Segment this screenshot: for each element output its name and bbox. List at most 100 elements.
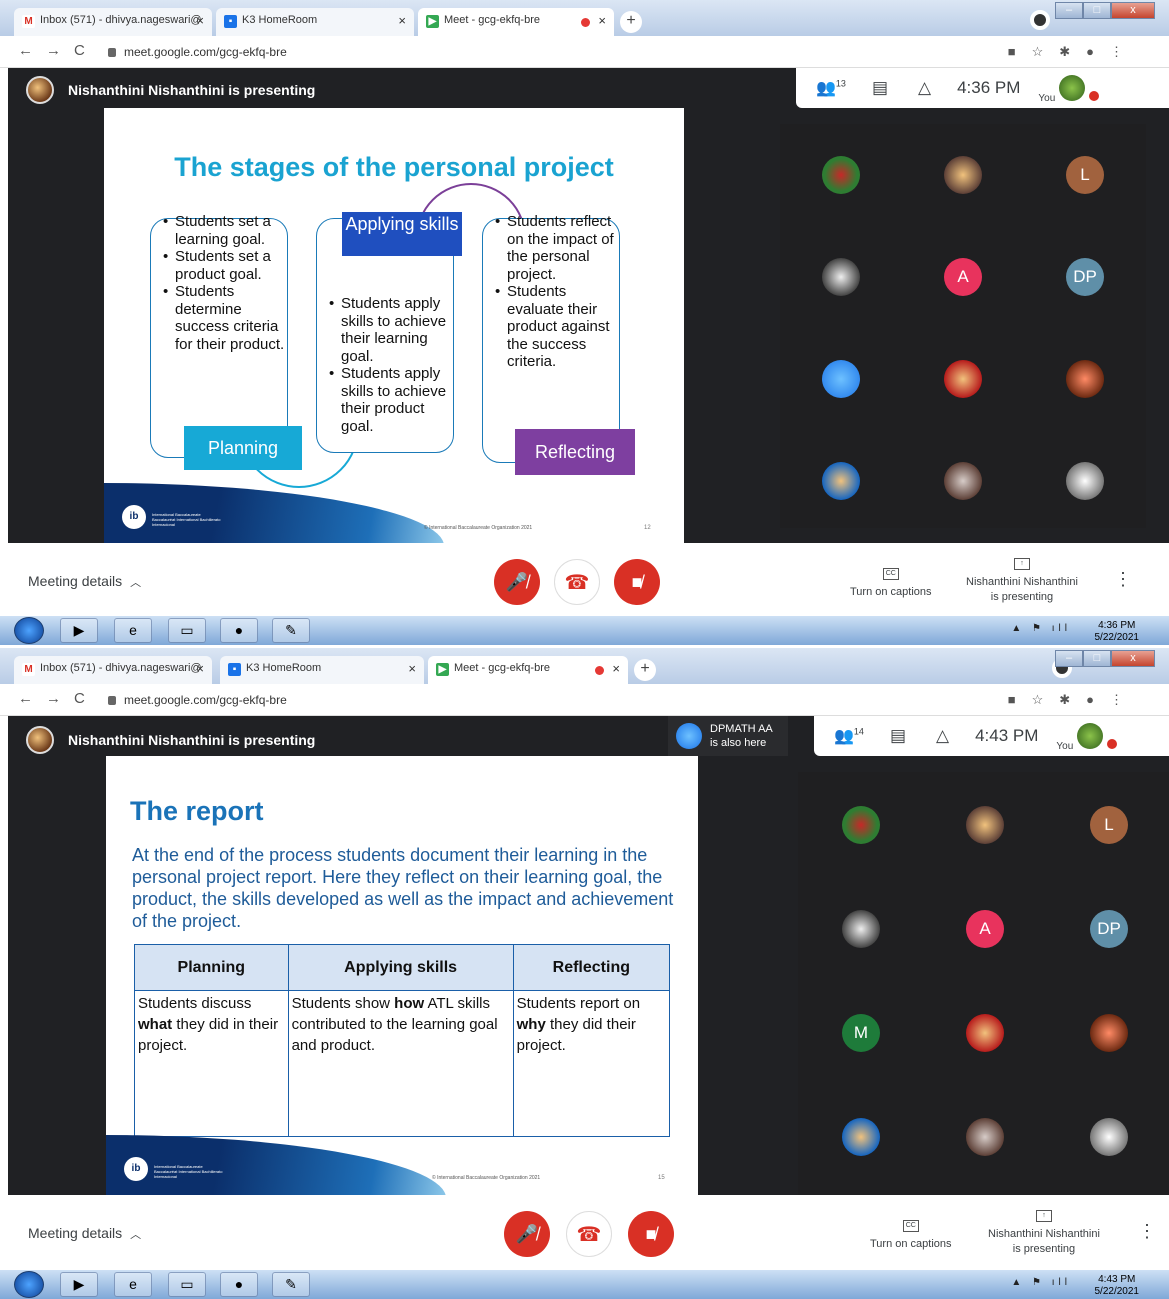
clock-time: 4:36 PM	[1098, 620, 1136, 631]
participant-tile[interactable]	[1066, 360, 1104, 398]
media-player-icon[interactable]: ▶	[60, 1272, 98, 1297]
participant-tile[interactable]: DP	[1066, 258, 1104, 296]
close-icon[interactable]: ×	[408, 661, 416, 676]
taskbar-clock[interactable]: 4:43 PM 5/22/2021	[1095, 1274, 1140, 1298]
camera-toggle-button[interactable]: ■̸	[614, 559, 660, 605]
participant-tile[interactable]	[944, 360, 982, 398]
participant-tile[interactable]: L	[1066, 156, 1104, 194]
maximize-button[interactable]: □	[1083, 650, 1111, 667]
tab-gmail[interactable]: M Inbox (571) - dhivya.nageswari@ ×	[14, 656, 212, 684]
close-icon[interactable]: ×	[196, 661, 204, 676]
cell-text: Students show	[291, 995, 395, 1012]
camera-toggle-button[interactable]: ■̸	[628, 1211, 674, 1257]
participant-tile[interactable]: DP	[1090, 910, 1128, 948]
participant-tile[interactable]	[842, 806, 880, 844]
minimize-button[interactable]: –	[1055, 2, 1083, 19]
participant-tile[interactable]: A	[966, 910, 1004, 948]
participant-tile[interactable]	[944, 462, 982, 500]
participant-tile[interactable]	[1066, 462, 1104, 500]
extension-icons[interactable]: ■☆✱●⋮	[1008, 692, 1139, 708]
maximize-button[interactable]: □	[1083, 2, 1111, 19]
captions-button[interactable]: CC Turn on captions	[850, 565, 932, 600]
presenter-avatar	[26, 76, 54, 104]
participant-tile[interactable]	[966, 1014, 1004, 1052]
paint-icon[interactable]: ✎	[272, 618, 310, 643]
participant-tile[interactable]	[822, 462, 860, 500]
activities-icon[interactable]: △	[918, 78, 931, 98]
chat-icon[interactable]: ▤	[872, 78, 888, 98]
extension-icons[interactable]: ■☆✱●⋮	[1008, 44, 1139, 60]
self-avatar[interactable]	[1059, 75, 1086, 101]
forward-icon[interactable]: →	[46, 42, 61, 59]
taskbar-clock[interactable]: 4:36 PM 5/22/2021	[1095, 620, 1140, 644]
participant-tile[interactable]: L	[1090, 806, 1128, 844]
ie-icon[interactable]: e	[114, 618, 152, 643]
activities-icon[interactable]: △	[936, 726, 949, 746]
tab-gmail[interactable]: M Inbox (571) - dhivya.nageswari@ ×	[14, 8, 212, 36]
url-field[interactable]: meet.google.com/gcg-ekfq-bre	[108, 693, 287, 707]
meeting-details-button[interactable]: Meeting details ︿	[28, 1225, 141, 1242]
back-icon[interactable]: ←	[18, 42, 33, 59]
participant-tile[interactable]	[822, 360, 860, 398]
more-options-icon[interactable]: ⋮	[1138, 1221, 1156, 1242]
close-icon[interactable]: ×	[398, 13, 406, 28]
column-header: Planning	[134, 944, 289, 991]
close-icon[interactable]: ×	[612, 661, 620, 676]
media-player-icon[interactable]: ▶	[60, 618, 98, 643]
presentation-button[interactable]: ↑ Nishanthini Nishanthini is presenting	[988, 1207, 1100, 1257]
tab-homeroom[interactable]: ▪ K3 HomeRoom ×	[216, 8, 414, 36]
meeting-details-button[interactable]: Meeting details ︿	[28, 573, 141, 590]
participant-tile[interactable]	[822, 258, 860, 296]
participant-tile[interactable]	[842, 1118, 880, 1156]
captions-button[interactable]: CC Turn on captions	[870, 1217, 952, 1252]
start-button[interactable]	[14, 617, 44, 644]
explorer-icon[interactable]: ▭	[168, 618, 206, 643]
tab-meet[interactable]: ▶ Meet - gcg-ekfq-bre ×	[418, 8, 614, 36]
new-tab-button[interactable]: +	[620, 11, 642, 33]
participant-tile[interactable]	[966, 806, 1004, 844]
tab-meet[interactable]: ▶ Meet - gcg-ekfq-bre ×	[428, 656, 628, 684]
people-icon[interactable]: 👥13	[816, 78, 846, 98]
system-tray[interactable]: ▲ ⚑ ıll	[1011, 623, 1071, 634]
profile-icon[interactable]	[1030, 10, 1050, 30]
windows-taskbar: ▶ e ▭ ● ✎ ▲ ⚑ ıll 4:36 PM 5/22/2021	[0, 616, 1169, 645]
mic-toggle-button[interactable]: 🎤̸	[494, 559, 540, 605]
participant-tile[interactable]	[1090, 1118, 1128, 1156]
forward-icon[interactable]: →	[46, 690, 61, 707]
chat-icon[interactable]: ▤	[890, 726, 906, 746]
url-field[interactable]: meet.google.com/gcg-ekfq-bre	[108, 45, 287, 59]
back-icon[interactable]: ←	[18, 690, 33, 707]
self-avatar[interactable]	[1077, 723, 1104, 749]
reload-icon[interactable]: C	[74, 42, 85, 59]
participant-tile[interactable]	[944, 156, 982, 194]
window-close-button[interactable]: x	[1111, 2, 1155, 19]
close-icon[interactable]: ×	[598, 13, 606, 28]
new-tab-button[interactable]: +	[634, 659, 656, 681]
participant-tile[interactable]	[1090, 1014, 1128, 1052]
leave-call-button[interactable]: ☎	[566, 1211, 612, 1257]
presentation-button[interactable]: ↑ Nishanthini Nishanthini is presenting	[966, 555, 1078, 605]
participant-tile[interactable]: M	[842, 1014, 880, 1052]
participant-tile[interactable]	[966, 1118, 1004, 1156]
close-icon[interactable]: ×	[196, 13, 204, 28]
system-tray[interactable]: ▲ ⚑ ıll	[1011, 1277, 1071, 1288]
url-text: meet.google.com/gcg-ekfq-bre	[124, 693, 287, 707]
leave-call-button[interactable]: ☎	[554, 559, 600, 605]
chrome-icon[interactable]: ●	[220, 618, 258, 643]
minimize-button[interactable]: –	[1055, 650, 1083, 667]
participant-tile[interactable]: A	[944, 258, 982, 296]
window-close-button[interactable]: x	[1111, 650, 1155, 667]
paint-icon[interactable]: ✎	[272, 1272, 310, 1297]
start-button[interactable]	[14, 1271, 44, 1298]
participant-tile[interactable]	[822, 156, 860, 194]
more-options-icon[interactable]: ⋮	[1114, 569, 1132, 590]
chrome-icon[interactable]: ●	[220, 1272, 258, 1297]
participant-tile[interactable]	[842, 910, 880, 948]
mic-toggle-button[interactable]: 🎤̸	[504, 1211, 550, 1257]
explorer-icon[interactable]: ▭	[168, 1272, 206, 1297]
people-icon[interactable]: 👥14	[834, 726, 864, 746]
tab-homeroom[interactable]: ▪ K3 HomeRoom ×	[220, 656, 424, 684]
ie-icon[interactable]: e	[114, 1272, 152, 1297]
reload-icon[interactable]: C	[74, 690, 85, 707]
presenting-text: Nishanthini Nishanthini is presenting	[68, 732, 316, 748]
